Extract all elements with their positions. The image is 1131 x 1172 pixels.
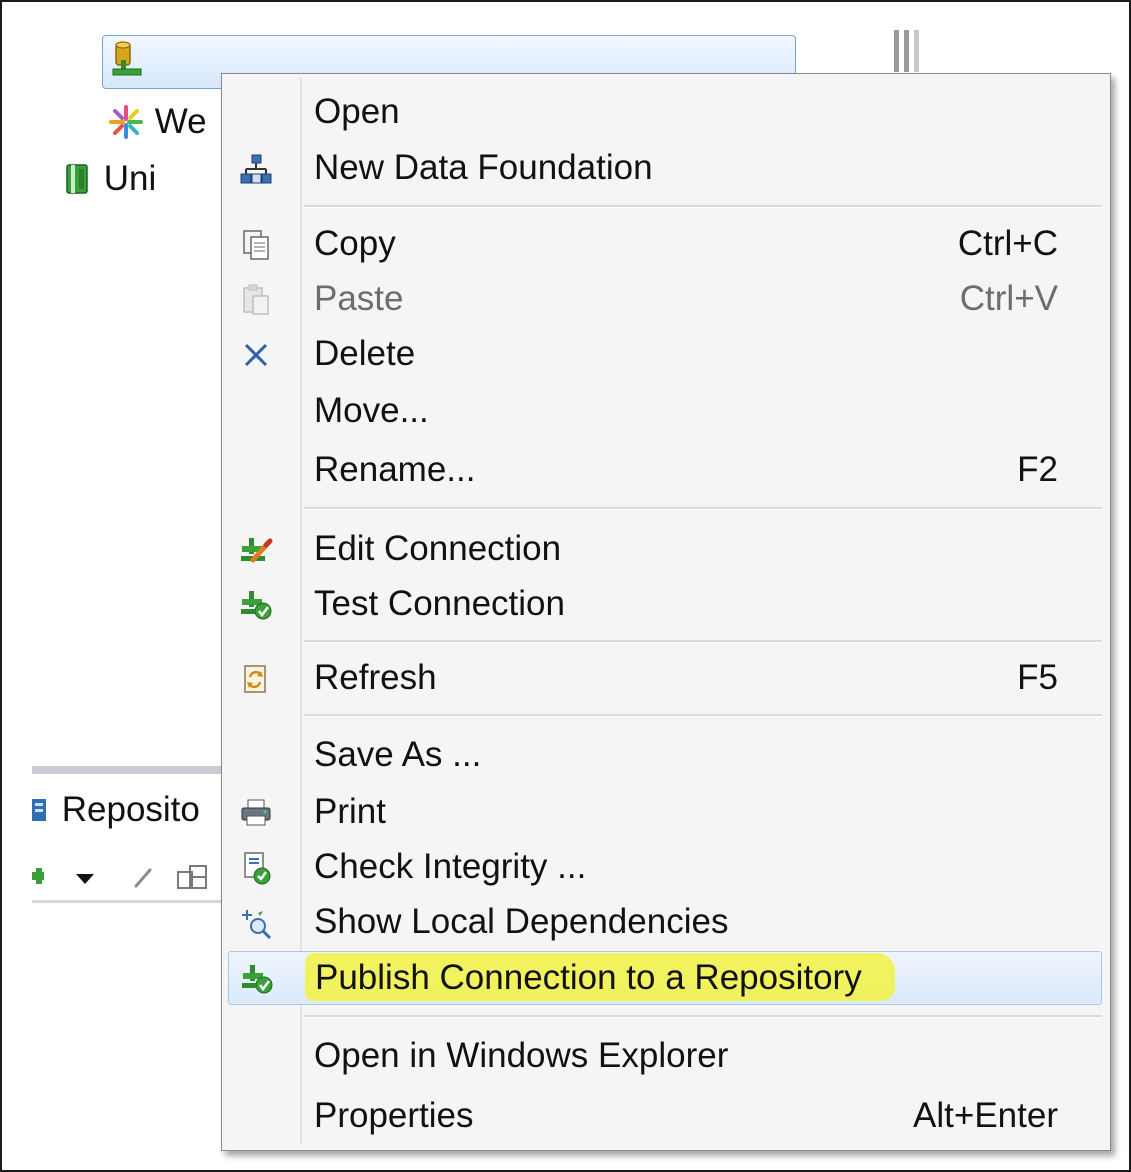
menu-item-label: Print [314, 792, 386, 831]
print-icon [236, 794, 276, 832]
menu-item-delete[interactable]: Delete [222, 328, 1110, 380]
paste-icon [236, 281, 276, 319]
menu-item-paste[interactable]: Paste Ctrl+V [222, 273, 1110, 325]
menu-item-rename[interactable]: Rename... F2 [222, 444, 1110, 496]
menu-item-test-connection[interactable]: Test Connection [222, 578, 1110, 630]
pencil-icon[interactable] [130, 862, 156, 892]
menu-item-label: Open in Windows Explorer [314, 1036, 729, 1075]
menu-item-save-as[interactable]: Save As ... [222, 729, 1110, 781]
check-integrity-icon [236, 849, 276, 887]
menu-item-label: Move... [314, 391, 429, 430]
menu-item-shortcut: Alt+Enter [913, 1096, 1058, 1135]
menu-item-label: Delete [314, 334, 416, 373]
publish-connection-icon [237, 960, 277, 998]
menu-item-shortcut: F5 [1017, 658, 1058, 697]
menu-separator [304, 507, 1102, 510]
menu-item-shortcut: Ctrl+C [957, 224, 1058, 263]
menu-separator [304, 714, 1102, 717]
data-foundation-icon [236, 150, 276, 188]
menu-item-label: Paste [314, 279, 404, 318]
menu-item-check-integrity[interactable]: Check Integrity ... [222, 841, 1110, 893]
grid-icon[interactable] [176, 862, 210, 892]
menu-item-properties[interactable]: Properties Alt+Enter [222, 1090, 1110, 1142]
menu-item-label: Properties [314, 1096, 474, 1135]
menu-item-label: Rename... [314, 450, 476, 489]
menu-item-move[interactable]: Move... [222, 385, 1110, 437]
menu-item-shortcut: F2 [1017, 450, 1058, 489]
menu-item-copy[interactable]: Copy Ctrl+C [222, 218, 1110, 270]
tree-item-label: We [154, 101, 207, 141]
menu-item-label: Show Local Dependencies [314, 902, 729, 941]
menu-item-label: Refresh [314, 658, 437, 697]
menu-separator [304, 1015, 1102, 1018]
menu-item-edit-connection[interactable]: Edit Connection [222, 523, 1110, 575]
book-icon [66, 164, 88, 194]
menu-item-refresh[interactable]: Refresh F5 [222, 652, 1110, 704]
menu-item-label: Save As ... [314, 735, 482, 774]
repository-tab-label: Reposito [61, 789, 200, 829]
menu-item-open-in-windows-explorer[interactable]: Open in Windows Explorer [222, 1030, 1110, 1082]
menu-separator [304, 640, 1102, 643]
menu-item-label: Publish Connection to a Repository [315, 958, 862, 997]
chevron-down-icon[interactable] [74, 862, 96, 892]
menu-item-open[interactable]: Open [222, 86, 1110, 138]
tree-item-web[interactable]: We [107, 100, 207, 142]
tree-item-universe[interactable]: Uni [62, 157, 156, 199]
screenshot-frame: We Uni Reposito Open New Data Foundation… [0, 0, 1131, 1172]
menu-item-show-local-dependencies[interactable]: Show Local Dependencies [222, 896, 1110, 948]
menu-item-new-data-foundation[interactable]: New Data Foundation [222, 142, 1110, 194]
menu-item-label: Copy [314, 224, 396, 263]
add-icon[interactable] [32, 862, 50, 892]
database-connection-icon [112, 41, 142, 76]
delete-icon [236, 336, 276, 374]
menu-item-label: New Data Foundation [314, 148, 653, 187]
repository-toolbar [32, 858, 232, 898]
dependencies-icon [236, 904, 276, 942]
repository-tab[interactable]: Reposito [32, 788, 200, 830]
tree-item-label: Uni [103, 158, 157, 198]
menu-item-shortcut: Ctrl+V [959, 279, 1058, 318]
refresh-icon [236, 660, 276, 698]
menu-item-label: Open [314, 92, 400, 131]
panel-divider [32, 766, 232, 774]
menu-item-print[interactable]: Print [222, 786, 1110, 838]
star-cluster-icon [109, 104, 143, 139]
menu-item-label: Test Connection [314, 584, 565, 623]
menu-item-label: Edit Connection [314, 529, 562, 568]
scrollbar-grip[interactable] [894, 30, 930, 72]
menu-item-publish-connection[interactable]: Publish Connection to a Repository [228, 951, 1102, 1005]
menu-item-label: Check Integrity ... [314, 847, 587, 886]
edit-connection-icon [236, 531, 276, 569]
repository-icon [32, 798, 46, 821]
panel-divider [32, 900, 232, 903]
repository-panel: Reposito [32, 766, 232, 906]
context-menu: Open New Data Foundation Copy Ctrl+C Pas… [221, 73, 1111, 1151]
test-connection-icon [236, 586, 276, 624]
copy-icon [236, 226, 276, 264]
menu-separator [304, 205, 1102, 208]
